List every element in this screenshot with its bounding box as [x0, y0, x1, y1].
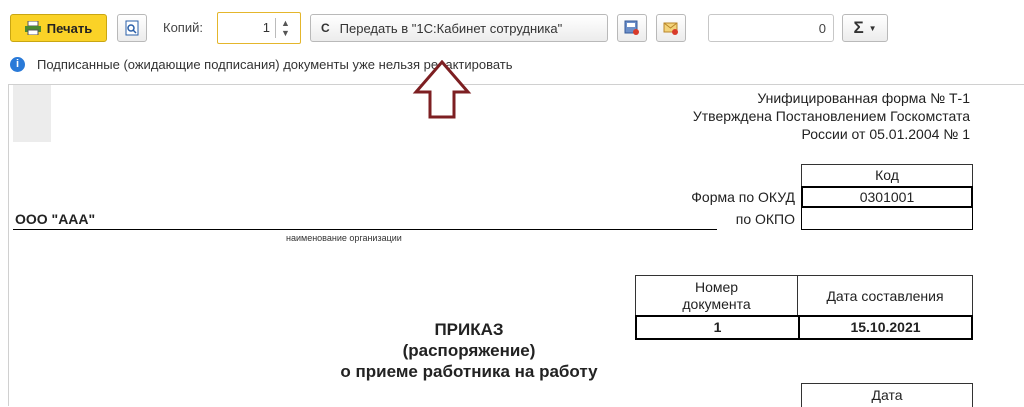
doc-number-header: Номер документа [635, 275, 798, 315]
document-title: ПРИКАЗ (распоряжение) о приеме работника… [299, 319, 639, 382]
doc-number-header-line: документа [682, 296, 751, 312]
spin-down-icon[interactable]: ▼ [281, 29, 290, 38]
logo-placeholder [13, 85, 51, 142]
copies-label: Копий: [163, 20, 203, 35]
form-header-line: России от 05.01.2004 № 1 [801, 126, 970, 142]
copies-value: 1 [262, 20, 270, 35]
print-button[interactable]: Печать [10, 14, 107, 42]
copies-spinner[interactable]: ▲ ▼ [275, 18, 296, 38]
send-to-employee-cabinet-button[interactable]: С Передать в "1С:Кабинет сотрудника" [310, 14, 608, 42]
doc-date-value: 15.10.2021 [798, 315, 973, 340]
document-area: Унифицированная форма № Т-1 Утверждена П… [8, 84, 1024, 407]
preview-button[interactable] [117, 14, 147, 42]
chevron-down-icon: ▼ [868, 23, 877, 33]
counter-field[interactable]: 0 [708, 14, 834, 42]
form-header-line: Утверждена Постановлением Госкомстата [692, 108, 970, 124]
counter-value: 0 [818, 21, 826, 36]
code-header: Код [801, 164, 973, 186]
form-header: Унифицированная форма № Т-1 Утверждена П… [693, 89, 970, 143]
organization-underline [13, 229, 717, 230]
document-sign-icon [624, 20, 639, 35]
sign-save-button[interactable] [617, 14, 647, 42]
okud-value: 0301001 [801, 186, 973, 208]
doc-number-value: 1 [635, 315, 800, 340]
doc-number-header-line: Номер [694, 279, 739, 295]
info-icon: i [10, 56, 25, 72]
organization-caption: наименование организации [286, 233, 402, 243]
okpo-value [801, 208, 973, 230]
printer-icon [24, 20, 41, 36]
copies-field[interactable]: 1 ▲ ▼ [217, 12, 301, 44]
sum-icon: Σ [853, 18, 864, 37]
okud-label: Форма по ОКУД [691, 189, 795, 205]
doc-date-header: Дата составления [798, 275, 973, 315]
form-header-line: Унифицированная форма № Т-1 [757, 90, 970, 106]
title-line: (распоряжение) [402, 341, 536, 360]
okpo-label: по ОКПО [735, 211, 795, 227]
preview-icon [125, 20, 139, 36]
title-line: о приеме работника на работу [340, 362, 598, 381]
date-header: Дата [801, 383, 973, 407]
spin-up-icon[interactable]: ▲ [281, 19, 290, 28]
sum-button[interactable]: Σ ▼ [842, 14, 888, 42]
print-button-label: Печать [46, 20, 93, 36]
1c-icon: С [321, 21, 330, 35]
envelope-sign-icon [663, 22, 678, 35]
toolbar: Печать Копий: 1 ▲ ▼ С Передать в "1С:Каб… [0, 0, 1024, 55]
send-button-label: Передать в "1С:Кабинет сотрудника" [339, 20, 563, 36]
title-line: ПРИКАЗ [434, 320, 504, 339]
annotation-up-arrow [412, 60, 472, 119]
organization-name: ООО "ААА" [15, 211, 96, 227]
sign-send-button[interactable] [656, 14, 686, 42]
